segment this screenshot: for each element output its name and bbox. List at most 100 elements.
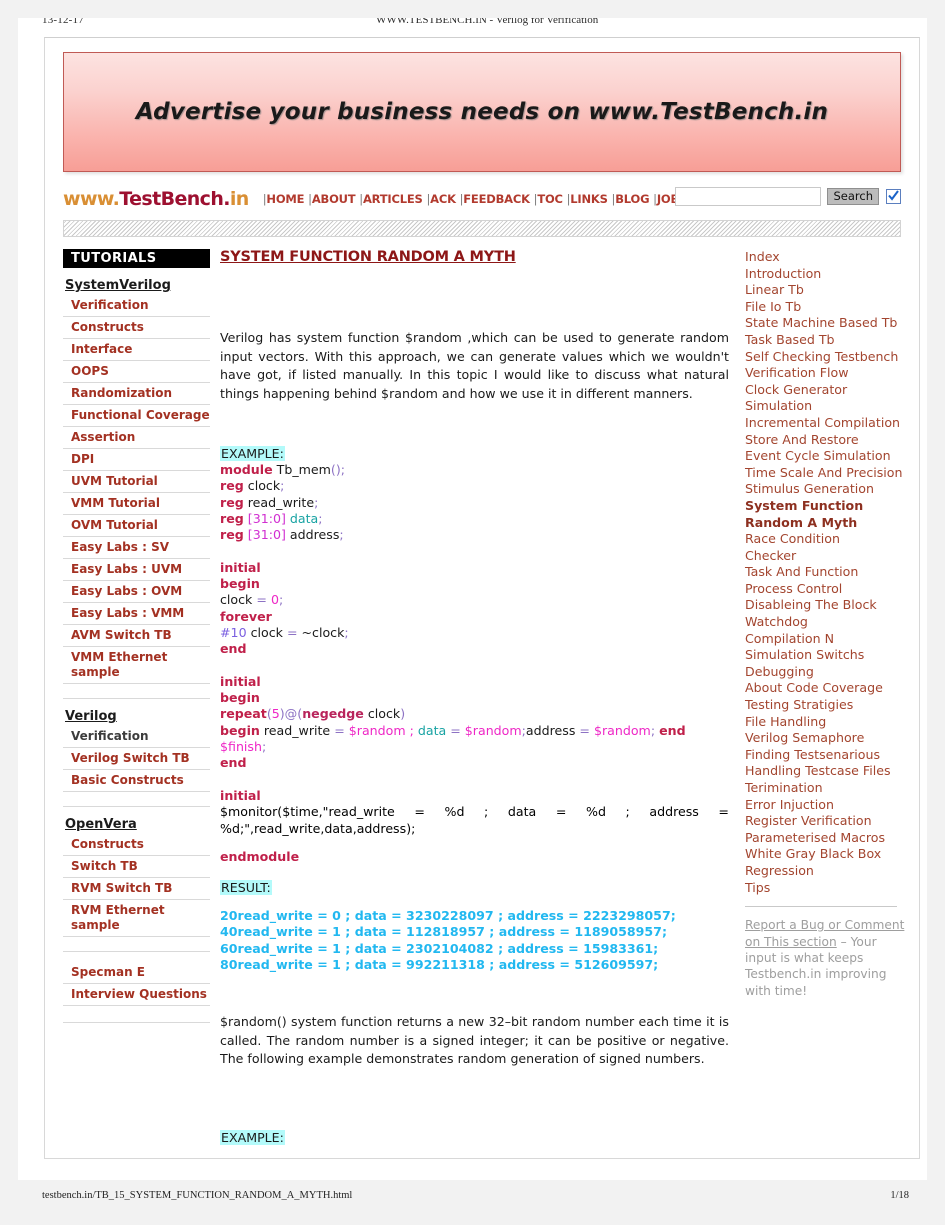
toc-item-simulation[interactable]: Simulation: [745, 398, 905, 415]
toc-item-process-control[interactable]: Process Control: [745, 581, 905, 598]
toc-item-state-machine-based-tb[interactable]: State Machine Based Tb: [745, 315, 905, 332]
toc-item-self-checking-testbench[interactable]: Self Checking Testbench: [745, 349, 905, 366]
toc-item-testing-stratigies[interactable]: Testing Stratigies: [745, 697, 905, 714]
sidebar-item-randomization[interactable]: Randomization: [63, 383, 210, 405]
nav-item-articles[interactable]: ARTICLES: [363, 192, 423, 206]
nav-item-links[interactable]: LINKS: [570, 192, 608, 206]
toc-item-incremental-compilation[interactable]: Incremental Compilation: [745, 415, 905, 432]
sidebar-item-switch-tb[interactable]: Switch TB: [63, 856, 210, 878]
search-input[interactable]: [675, 187, 822, 206]
logo-in: in: [229, 188, 249, 210]
toc-item-about-code-coverage[interactable]: About Code Coverage: [745, 680, 905, 697]
code-semi: ;: [411, 820, 416, 836]
toc-item-linear-tb[interactable]: Linear Tb: [745, 282, 905, 299]
toc-item-race-condition[interactable]: Race Condition: [745, 531, 905, 548]
code-kw-forever: forever: [220, 608, 272, 624]
report-bug-link[interactable]: Report a Bug or Comment on This section: [745, 918, 904, 948]
sidebar-item-vmm-tutorial[interactable]: VMM Tutorial: [63, 493, 210, 515]
nav-item-blog[interactable]: BLOG: [615, 192, 649, 206]
toc-item-clock-generator[interactable]: Clock Generator: [745, 382, 905, 399]
sidebar-item-dpi[interactable]: DPI: [63, 449, 210, 471]
code-kw-negedge: negedge: [302, 706, 364, 722]
example-label-1-wrap: EXAMPLE:: [220, 443, 729, 462]
sidebar-item-verification[interactable]: Verification: [63, 295, 210, 317]
sidebar-item-avm-switch-tb[interactable]: AVM Switch TB: [63, 625, 210, 647]
toc-item-simulation-switchs[interactable]: Simulation Switchs: [745, 647, 905, 664]
code-kw-end: end: [220, 755, 247, 771]
code-not-clock: ~clock: [297, 624, 345, 640]
sidebar-item-assertion[interactable]: Assertion: [63, 427, 210, 449]
code-ident-data: data: [417, 722, 447, 738]
code-endmodule: endmodule: [220, 849, 729, 865]
sidebar-item-verilog-verification[interactable]: Verification: [63, 726, 210, 748]
toc-item-disableing-the-block[interactable]: Disableing The Block: [745, 597, 905, 614]
left-sidebar: TUTORIALS SystemVerilog Verification Con…: [63, 249, 210, 1023]
sidebar-item-openvera-constructs[interactable]: Constructs: [63, 834, 210, 856]
toc-item-white-gray-black-box[interactable]: White Gray Black Box: [745, 846, 905, 863]
toc-item-debugging[interactable]: Debugging: [745, 664, 905, 681]
sidebar-item-functional-coverage[interactable]: Functional Coverage: [63, 405, 210, 427]
toc-item-parameterised-macros[interactable]: Parameterised Macros: [745, 830, 905, 847]
nav-item-home[interactable]: HOME: [266, 192, 304, 206]
sidebar-item-basic-constructs[interactable]: Basic Constructs: [63, 770, 210, 792]
nav-row: www.TestBench.in |HOME |ABOUT |ARTICLES …: [63, 184, 901, 214]
search-button[interactable]: Search: [827, 188, 879, 205]
toc-item-handling-testcase-files[interactable]: Handling Testcase Files: [745, 763, 905, 780]
sidebar-item-easy-labs-vmm[interactable]: Easy Labs : VMM: [63, 603, 210, 625]
toc-item-compilation-n[interactable]: Compilation N: [745, 631, 905, 648]
nav-item-feedback[interactable]: FEEDBACK: [463, 192, 530, 206]
toc-item-register-verification[interactable]: Register Verification: [745, 813, 905, 830]
sidebar-item-easy-labs-ovm[interactable]: Easy Labs : OVM: [63, 581, 210, 603]
advertise-banner[interactable]: Advertise your business needs on www.Tes…: [63, 52, 901, 172]
toc-item-watchdog[interactable]: Watchdog: [745, 614, 905, 631]
sidebar-item-rvm-switch-tb[interactable]: RVM Switch TB: [63, 878, 210, 900]
sidebar-item-interview-questions[interactable]: Interview Questions: [63, 984, 210, 1006]
toc-item-file-io-tb[interactable]: File Io Tb: [745, 299, 905, 316]
sidebar-item-easy-labs-sv[interactable]: Easy Labs : SV: [63, 537, 210, 559]
toc-item-checker[interactable]: Checker: [745, 548, 905, 565]
toc-item-index[interactable]: Index: [745, 249, 905, 266]
page-footer: testbench.in/TB_15_SYSTEM_FUNCTION_RANDO…: [18, 1190, 927, 1210]
site-logo[interactable]: www.TestBench.in: [63, 188, 249, 210]
nav-item-ack[interactable]: ACK: [430, 192, 456, 206]
code-semi: ;: [344, 624, 349, 640]
toc-item-tips[interactable]: Tips: [745, 880, 905, 897]
code-ident-address: address: [525, 722, 580, 738]
sidebar-item-oops[interactable]: OOPS: [63, 361, 210, 383]
logo-testbench: TestBench.: [119, 188, 230, 210]
sidebar-item-rvm-ethernet-sample[interactable]: RVM Ethernet sample: [63, 900, 210, 937]
toc-item-stimulus-generation[interactable]: Stimulus Generation: [745, 481, 905, 498]
sidebar-item-interface[interactable]: Interface: [63, 339, 210, 361]
code-block-example-1: module Tb_mem(); reg clock; reg read_wri…: [220, 462, 729, 804]
nav-item-about[interactable]: ABOUT: [312, 192, 356, 206]
hatched-divider: [63, 220, 901, 237]
toc-item-finding-testsenarious[interactable]: Finding Testsenarious: [745, 747, 905, 764]
toc-item-terimination[interactable]: Terimination: [745, 780, 905, 797]
sidebar-item-specman-e[interactable]: Specman E: [63, 962, 210, 984]
nav-item-toc[interactable]: TOC: [537, 192, 563, 206]
toc-item-verification-flow[interactable]: Verification Flow: [745, 365, 905, 382]
toc-item-task-based-tb[interactable]: Task Based Tb: [745, 332, 905, 349]
toc-item-event-cycle-simulation[interactable]: Event Cycle Simulation: [745, 448, 905, 465]
search-scope-checkbox[interactable]: [886, 189, 901, 204]
toc-item-file-handling[interactable]: File Handling: [745, 714, 905, 731]
toc-item-error-injuction[interactable]: Error Injuction: [745, 797, 905, 814]
sidebar-item-constructs[interactable]: Constructs: [63, 317, 210, 339]
sidebar-item-vmm-ethernet-sample[interactable]: VMM Ethernet sample: [63, 647, 210, 684]
toc-item-regression[interactable]: Regression: [745, 863, 905, 880]
toc-item-verilog-semaphore[interactable]: Verilog Semaphore: [745, 730, 905, 747]
sidebar-item-ovm-tutorial[interactable]: OVM Tutorial: [63, 515, 210, 537]
sidebar-item-easy-labs-uvm[interactable]: Easy Labs : UVM: [63, 559, 210, 581]
toc-item-time-scale-and-precision[interactable]: Time Scale And Precision: [745, 465, 905, 482]
code-semi: ;: [340, 462, 345, 477]
checkmark-icon: [888, 190, 899, 201]
sidebar-group-systemverilog: SystemVerilog Verification Constructs In…: [63, 278, 210, 684]
toc-item-store-and-restore[interactable]: Store And Restore: [745, 432, 905, 449]
sidebar-item-verilog-switch-tb[interactable]: Verilog Switch TB: [63, 748, 210, 770]
toc-item-introduction[interactable]: Introduction: [745, 266, 905, 283]
footer-url: testbench.in/TB_15_SYSTEM_FUNCTION_RANDO…: [42, 1190, 353, 1201]
toc-item-task-and-function[interactable]: Task And Function: [745, 564, 905, 581]
toc-item-system-function-random-a-myth[interactable]: System Function Random A Myth: [745, 498, 905, 531]
sidebar-item-uvm-tutorial[interactable]: UVM Tutorial: [63, 471, 210, 493]
